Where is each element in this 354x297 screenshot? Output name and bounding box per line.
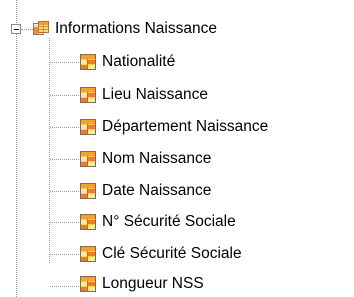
tree-node-label: Nationalité	[102, 53, 176, 70]
tree-connector-child	[50, 191, 79, 192]
tree-node-label: Informations Naissance	[55, 20, 217, 37]
tree-node-label: Lieu Naissance	[102, 86, 208, 103]
tree-connector-children	[49, 38, 50, 263]
table-field-icon	[80, 214, 96, 230]
tree-view: Informations Naissance Nationalité Lieu …	[0, 0, 354, 297]
tree-node-label: Clé Sécurité Sociale	[102, 245, 242, 262]
tree-node-label: Longueur NSS	[102, 275, 204, 292]
tree-connector-child	[50, 62, 79, 63]
tree-node-nom-naissance[interactable]: Nom Naissance	[80, 146, 211, 172]
tree-connector-child	[50, 95, 79, 96]
tree-node-n-securite-sociale[interactable]: N° Sécurité Sociale	[80, 209, 236, 235]
table-field-icon	[80, 183, 96, 199]
tree-node-nationalite[interactable]: Nationalité	[80, 49, 175, 75]
table-field-icon	[80, 246, 96, 262]
tree-node-cle-securite-sociale[interactable]: Clé Sécurité Sociale	[80, 241, 242, 267]
tree-connector-root	[16, 0, 17, 297]
tree-connector-child	[50, 127, 79, 128]
tree-node-lieu-naissance[interactable]: Lieu Naissance	[80, 82, 208, 108]
tree-connector-child	[50, 222, 79, 223]
table-field-icon	[80, 54, 96, 70]
tree-node-date-naissance[interactable]: Date Naissance	[80, 178, 211, 204]
table-group-icon	[33, 21, 49, 37]
table-field-icon	[80, 119, 96, 135]
tree-node-departement-naissance[interactable]: Département Naissance	[80, 114, 268, 140]
tree-connector-child	[50, 159, 79, 160]
tree-node-label: N° Sécurité Sociale	[102, 213, 236, 230]
tree-node-label: Département Naissance	[102, 118, 269, 135]
table-field-icon	[80, 151, 96, 167]
table-field-icon	[80, 276, 96, 292]
tree-node-informations-naissance[interactable]: Informations Naissance	[33, 16, 217, 42]
tree-connector-child	[50, 254, 79, 255]
tree-node-label: Nom Naissance	[102, 150, 212, 167]
tree-connector-child	[50, 286, 79, 287]
tree-node-label: Date Naissance	[102, 182, 212, 199]
table-field-icon	[80, 87, 96, 103]
tree-connector-parent	[21, 29, 33, 30]
collapse-toggle[interactable]	[11, 24, 21, 34]
tree-node-longueur-nss[interactable]: Longueur NSS	[80, 271, 204, 297]
